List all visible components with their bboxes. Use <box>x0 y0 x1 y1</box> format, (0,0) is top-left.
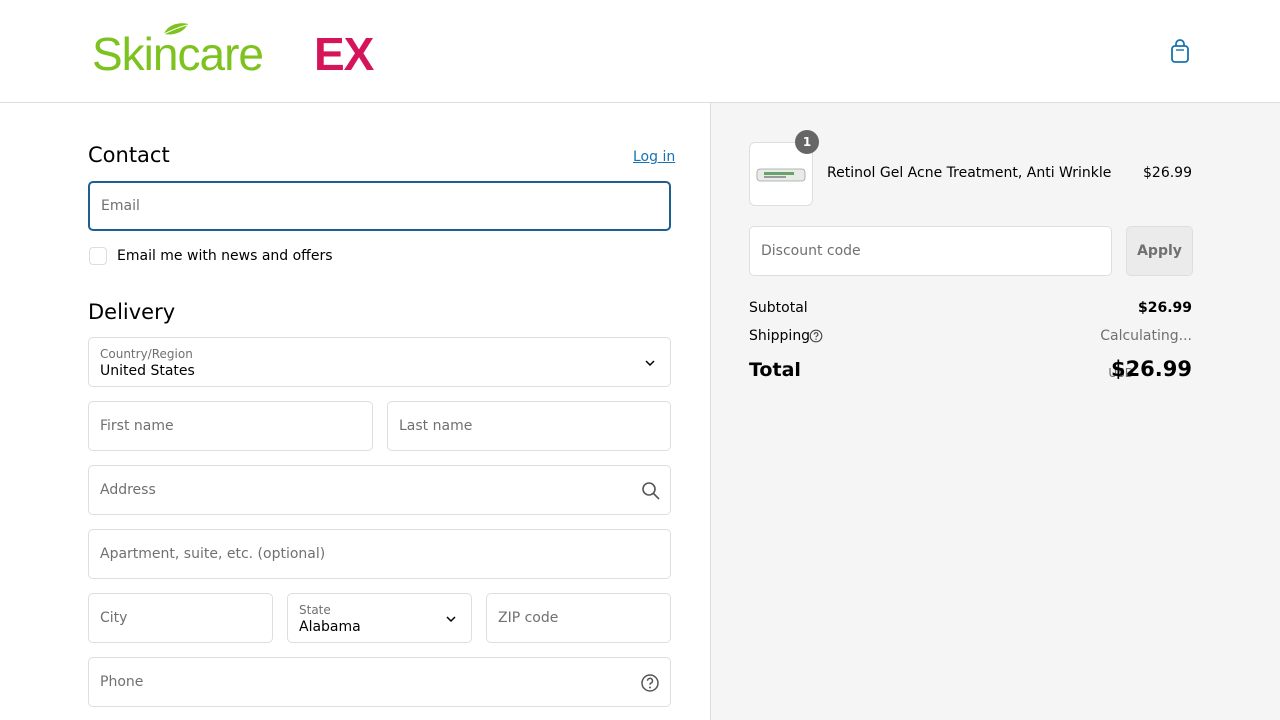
discount-field[interactable] <box>749 226 1112 276</box>
address-input[interactable] <box>89 466 670 514</box>
total-label: Total <box>749 359 801 381</box>
apply-button[interactable]: Apply <box>1126 226 1193 276</box>
product-name: Retinol Gel Acne Treatment, Anti Wrinkle <box>827 165 1112 181</box>
shipping-help-icon[interactable] <box>809 329 823 343</box>
delivery-title: Delivery <box>88 300 176 324</box>
checkout-form: Contact Log in Email me with news and of… <box>0 103 710 720</box>
email-input[interactable] <box>90 183 669 229</box>
country-select[interactable]: Country/Region United States <box>88 337 671 387</box>
phone-input[interactable] <box>89 658 670 706</box>
shipping-label: Shipping <box>749 328 811 344</box>
address-field[interactable] <box>88 465 671 515</box>
city-field[interactable] <box>88 593 273 643</box>
login-link[interactable]: Log in <box>633 149 675 165</box>
newsletter-label: Email me with news and offers <box>117 248 333 264</box>
logo-text-main: Skincare <box>92 28 263 76</box>
state-label: State <box>299 603 331 617</box>
last-name-input[interactable] <box>388 402 670 450</box>
first-name-input[interactable] <box>89 402 372 450</box>
state-select[interactable]: State Alabama <box>287 593 472 643</box>
zip-field[interactable] <box>486 593 671 643</box>
shopping-bag-icon[interactable] <box>1168 38 1192 64</box>
newsletter-checkbox[interactable] <box>89 247 107 265</box>
subtotal-value: $26.99 <box>1137 300 1192 316</box>
subtotal-label: Subtotal <box>749 300 808 316</box>
help-icon[interactable] <box>640 673 660 693</box>
quantity-badge: 1 <box>795 130 819 154</box>
apartment-field[interactable] <box>88 529 671 579</box>
phone-field[interactable] <box>88 657 671 707</box>
logo-image: Skincare EX <box>92 23 376 76</box>
logo-text-accent: EX <box>314 28 375 76</box>
city-input[interactable] <box>89 594 272 642</box>
country-label: Country/Region <box>100 347 193 361</box>
product-image <box>756 168 806 182</box>
chevron-down-icon <box>446 616 456 623</box>
email-field[interactable] <box>88 181 671 231</box>
store-logo[interactable]: Skincare EX <box>92 20 392 76</box>
chevron-down-icon <box>645 360 655 367</box>
discount-input[interactable] <box>750 227 1111 275</box>
total-value: $26.99 <box>1110 357 1192 381</box>
country-value: United States <box>100 363 195 379</box>
last-name-field[interactable] <box>387 401 671 451</box>
search-icon[interactable] <box>641 481 661 501</box>
first-name-field[interactable] <box>88 401 373 451</box>
shipping-value: Calculating... <box>1100 328 1192 344</box>
order-summary: 1 Retinol Gel Acne Treatment, Anti Wrink… <box>710 103 1280 720</box>
apartment-input[interactable] <box>89 530 670 578</box>
contact-title: Contact <box>88 143 170 167</box>
header: Skincare EX <box>0 0 1280 103</box>
state-value: Alabama <box>299 619 361 635</box>
product-price: $26.99 <box>1143 165 1192 181</box>
zip-input[interactable] <box>487 594 670 642</box>
